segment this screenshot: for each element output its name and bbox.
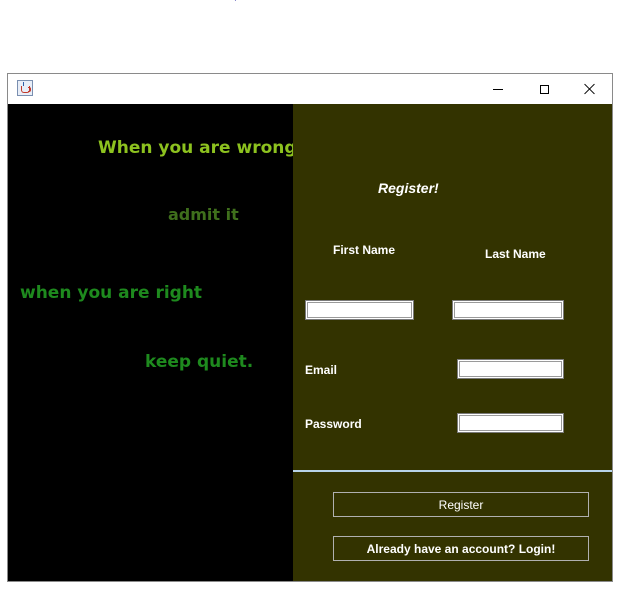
quote-panel: When you are wrong, admit it when you ar…: [8, 104, 303, 581]
close-button[interactable]: [567, 74, 613, 104]
maximize-button[interactable]: [521, 74, 567, 104]
register-button[interactable]: Register: [333, 492, 589, 517]
form-divider: [293, 470, 612, 472]
minimize-icon: [493, 88, 503, 90]
register-panel: Register! First Name Last Name Email Pas…: [293, 104, 612, 581]
quote-line-1: When you are wrong,: [98, 138, 303, 158]
password-label: Password: [305, 417, 362, 431]
title-bar[interactable]: [8, 74, 612, 104]
login-link-button[interactable]: Already have an account? Login!: [333, 536, 589, 561]
close-icon: [584, 83, 596, 95]
register-heading: Register!: [378, 180, 439, 196]
desktop-stray-mark: ': [234, 0, 237, 8]
java-app-icon[interactable]: [17, 80, 33, 96]
quote-line-2: admit it: [168, 205, 239, 224]
password-field[interactable]: [457, 413, 564, 433]
quote-line-3: when you are right: [20, 283, 203, 303]
minimize-button[interactable]: [475, 74, 521, 104]
first-name-field[interactable]: [305, 300, 414, 320]
maximize-icon: [539, 84, 549, 94]
app-window: When you are wrong, admit it when you ar…: [7, 73, 613, 582]
first-name-label: First Name: [333, 243, 396, 257]
last-name-label: Last Name: [485, 247, 546, 261]
email-field[interactable]: [457, 359, 564, 379]
email-label: Email: [305, 363, 338, 377]
window-content: When you are wrong, admit it when you ar…: [8, 104, 612, 581]
last-name-field[interactable]: [452, 300, 564, 320]
quote-line-4: keep quiet.: [145, 352, 254, 372]
